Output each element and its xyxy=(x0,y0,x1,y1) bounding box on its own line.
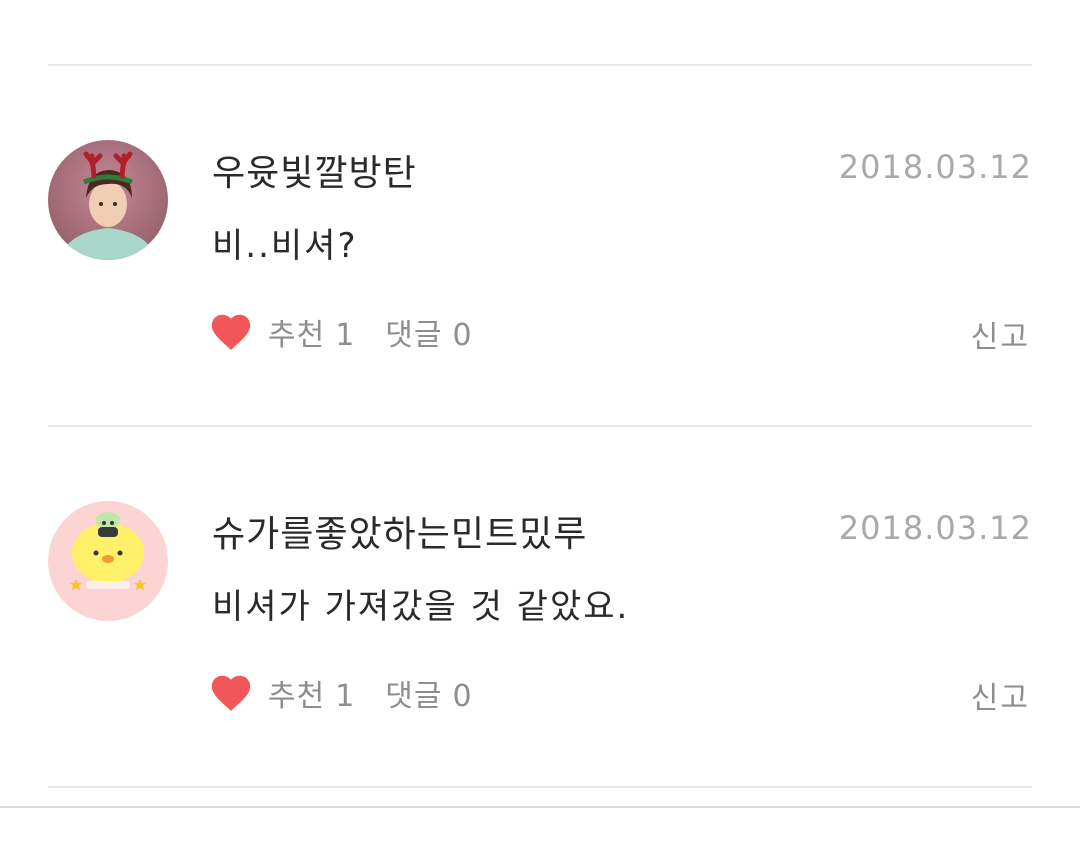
chick-character-icon xyxy=(48,501,168,621)
comment-divider xyxy=(48,425,1032,427)
heart-icon[interactable] xyxy=(208,670,254,716)
report-button[interactable]: 신고 xyxy=(971,673,1030,717)
comment-actions: 추천 1 댓글 0 xyxy=(208,663,473,723)
reply-stat[interactable]: 댓글 0 xyxy=(385,671,472,715)
recommend-stat[interactable]: 추천 1 xyxy=(268,671,355,715)
comment-date: 2018.03.12 xyxy=(838,148,1032,186)
recommend-count: 1 xyxy=(335,318,356,353)
reply-label: 댓글 xyxy=(385,679,443,714)
recommend-label: 추천 xyxy=(268,318,326,353)
reply-label: 댓글 xyxy=(385,318,443,353)
comment-item: 우윳빛깔방탄 2018.03.12 비..비셔? 추천 1 댓글 0 신고 xyxy=(0,140,1080,500)
top-divider xyxy=(48,64,1032,66)
reply-stat[interactable]: 댓글 0 xyxy=(385,310,472,354)
recommend-stat[interactable]: 추천 1 xyxy=(268,310,355,354)
comment-text: 비셔가 가져갔을 것 같았요. xyxy=(212,587,630,627)
recommend-count: 1 xyxy=(335,679,356,714)
comment-divider xyxy=(48,786,1032,788)
reply-count: 0 xyxy=(452,679,473,714)
report-button[interactable]: 신고 xyxy=(971,312,1030,356)
avatar[interactable] xyxy=(48,140,168,260)
comment-actions: 추천 1 댓글 0 xyxy=(208,302,473,362)
profile-photo-icon xyxy=(48,140,168,260)
avatar[interactable] xyxy=(48,501,168,621)
bottom-edge xyxy=(0,806,1080,808)
comment-text: 비..비셔? xyxy=(212,226,358,266)
comment-date: 2018.03.12 xyxy=(838,509,1032,547)
heart-icon[interactable] xyxy=(208,309,254,355)
recommend-label: 추천 xyxy=(268,679,326,714)
comment-author[interactable]: 우윳빛깔방탄 xyxy=(212,144,417,196)
reply-count: 0 xyxy=(452,318,473,353)
comment-author[interactable]: 슈가를좋았하는민트밌루 xyxy=(212,505,587,557)
